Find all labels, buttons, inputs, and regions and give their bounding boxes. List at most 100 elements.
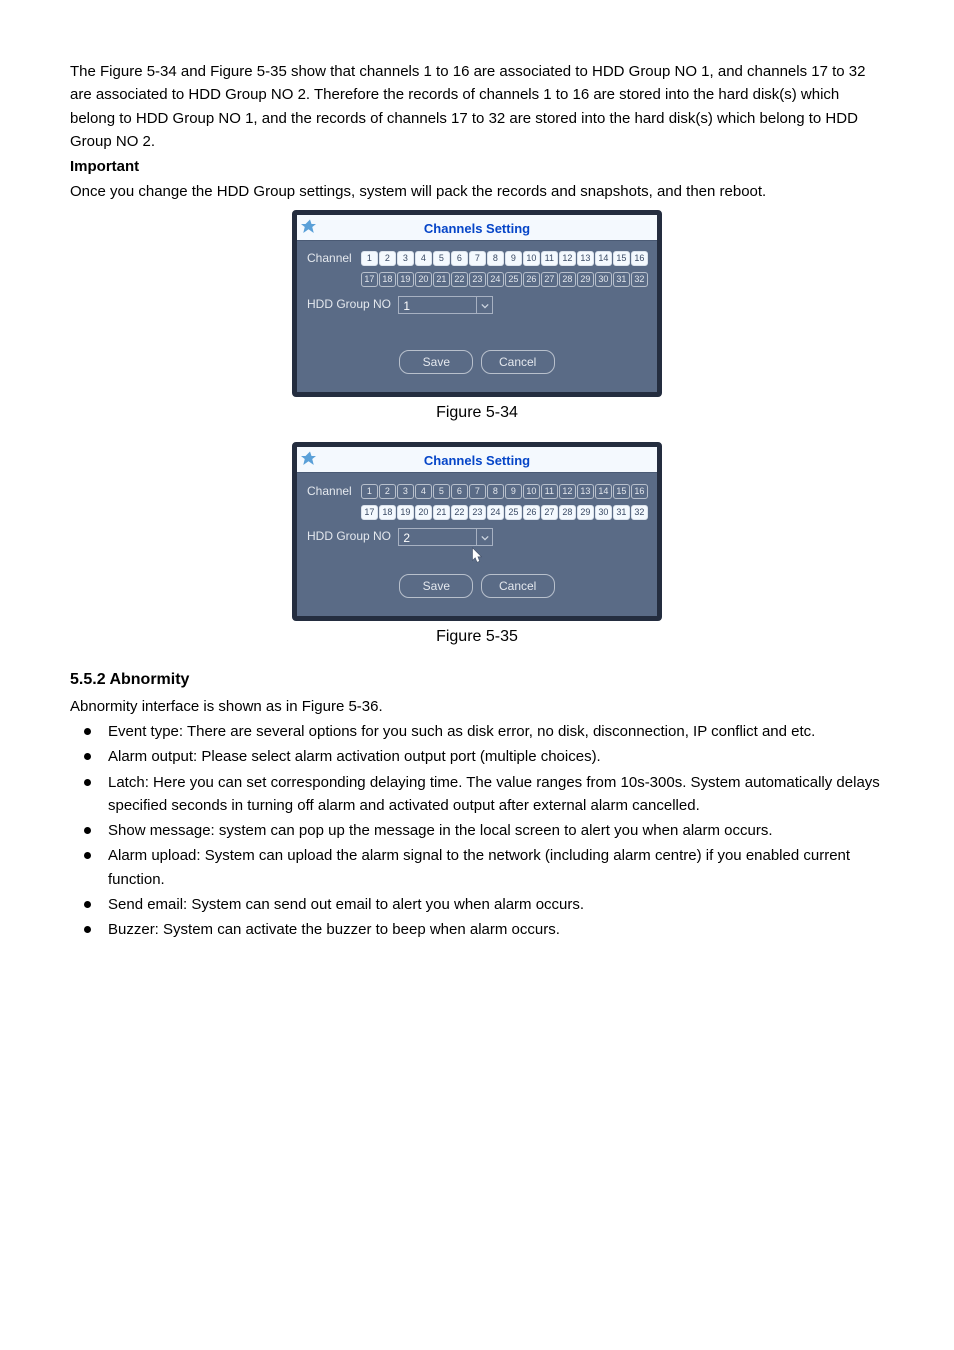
channel-box-23[interactable]: 23 [469,272,486,287]
cancel-button[interactable]: Cancel [481,574,555,599]
channels-setting-dialog-1: Channels Setting Channel 123456789101112… [292,210,662,398]
channel-box-24[interactable]: 24 [487,505,504,520]
channel-box-32[interactable]: 32 [631,505,648,520]
channel-box-1[interactable]: 1 [361,251,378,266]
hdd-group-select[interactable]: 2 [398,528,493,546]
channel-box-4[interactable]: 4 [415,484,432,499]
channel-row-2[interactable]: 17181920212223242526272829303132 [360,270,648,289]
figure-caption-5-35: Figure 5-35 [70,625,884,650]
channel-box-11[interactable]: 11 [541,251,558,266]
channel-box-15[interactable]: 15 [613,484,630,499]
channel-box-18[interactable]: 18 [379,272,396,287]
channel-box-20[interactable]: 20 [415,272,432,287]
save-button[interactable]: Save [399,350,473,375]
dialog-icon [301,450,319,475]
channel-box-30[interactable]: 30 [595,272,612,287]
channel-box-26[interactable]: 26 [523,272,540,287]
channel-box-13[interactable]: 13 [577,484,594,499]
channel-box-14[interactable]: 14 [595,251,612,266]
channel-box-5[interactable]: 5 [433,484,450,499]
channel-box-20[interactable]: 20 [415,505,432,520]
channel-box-28[interactable]: 28 [559,272,576,287]
channels-setting-dialog-2: Channels Setting Channel 123456789101112… [292,442,662,621]
cancel-button[interactable]: Cancel [481,350,555,375]
channel-box-12[interactable]: 12 [559,251,576,266]
intro-paragraph-2: Once you change the HDD Group settings, … [70,180,884,203]
channel-box-3[interactable]: 3 [397,484,414,499]
channel-box-23[interactable]: 23 [469,505,486,520]
hdd-group-label: HDD Group NO [307,297,391,311]
channel-box-25[interactable]: 25 [505,505,522,520]
channel-box-16[interactable]: 16 [631,251,648,266]
channel-box-21[interactable]: 21 [433,505,450,520]
channel-box-8[interactable]: 8 [487,484,504,499]
channel-box-7[interactable]: 7 [469,251,486,266]
channel-box-30[interactable]: 30 [595,505,612,520]
channel-box-27[interactable]: 27 [541,272,558,287]
hdd-group-select[interactable]: 1 [398,296,493,314]
list-item: Latch: Here you can set corresponding de… [70,771,884,818]
channel-box-31[interactable]: 31 [613,505,630,520]
channel-box-3[interactable]: 3 [397,251,414,266]
dialog-title: Channels Setting [424,451,530,471]
list-item: Buzzer: System can activate the buzzer t… [70,918,884,941]
channel-box-29[interactable]: 29 [577,272,594,287]
channel-box-11[interactable]: 11 [541,484,558,499]
list-item: Send email: System can send out email to… [70,893,884,916]
channel-box-14[interactable]: 14 [595,484,612,499]
abnormity-list: Event type: There are several options fo… [70,720,884,941]
channel-box-15[interactable]: 15 [613,251,630,266]
channel-box-9[interactable]: 9 [505,484,522,499]
channel-box-8[interactable]: 8 [487,251,504,266]
channel-box-7[interactable]: 7 [469,484,486,499]
chevron-down-icon [476,297,492,313]
channel-box-22[interactable]: 22 [451,505,468,520]
channel-box-12[interactable]: 12 [559,484,576,499]
channel-box-32[interactable]: 32 [631,272,648,287]
channel-box-25[interactable]: 25 [505,272,522,287]
channel-row-2[interactable]: 17181920212223242526272829303132 [360,503,648,522]
channel-box-10[interactable]: 10 [523,251,540,266]
channel-row-1[interactable]: 12345678910111213141516 [360,249,648,268]
channel-box-21[interactable]: 21 [433,272,450,287]
channel-box-24[interactable]: 24 [487,272,504,287]
channel-box-28[interactable]: 28 [559,505,576,520]
channel-box-2[interactable]: 2 [379,251,396,266]
channel-box-19[interactable]: 19 [397,272,414,287]
section-intro: Abnormity interface is shown as in Figur… [70,695,884,718]
channel-box-4[interactable]: 4 [415,251,432,266]
save-button[interactable]: Save [399,574,473,599]
channel-box-10[interactable]: 10 [523,484,540,499]
hdd-group-value: 1 [403,299,410,313]
channel-box-9[interactable]: 9 [505,251,522,266]
channel-box-17[interactable]: 17 [361,505,378,520]
chevron-down-icon [476,529,492,545]
list-item: Alarm upload: System can upload the alar… [70,844,884,891]
channel-box-27[interactable]: 27 [541,505,558,520]
channel-box-2[interactable]: 2 [379,484,396,499]
channel-box-18[interactable]: 18 [379,505,396,520]
list-item: Event type: There are several options fo… [70,720,884,743]
channel-box-5[interactable]: 5 [433,251,450,266]
channel-box-13[interactable]: 13 [577,251,594,266]
channel-label: Channel [307,249,357,268]
list-item: Show message: system can pop up the mess… [70,819,884,842]
channel-box-31[interactable]: 31 [613,272,630,287]
dialog-title: Channels Setting [424,219,530,239]
channel-box-6[interactable]: 6 [451,251,468,266]
channel-box-19[interactable]: 19 [397,505,414,520]
hdd-group-value: 2 [403,531,410,545]
channel-box-29[interactable]: 29 [577,505,594,520]
dialog-titlebar: Channels Setting [297,215,657,241]
channel-box-1[interactable]: 1 [361,484,378,499]
channel-row-1[interactable]: 12345678910111213141516 [360,482,648,501]
important-heading: Important [70,155,884,178]
channel-box-16[interactable]: 16 [631,484,648,499]
channel-box-17[interactable]: 17 [361,272,378,287]
figure-caption-5-34: Figure 5-34 [70,401,884,426]
channel-label: Channel [307,482,357,501]
channel-box-26[interactable]: 26 [523,505,540,520]
channel-box-22[interactable]: 22 [451,272,468,287]
channel-box-6[interactable]: 6 [451,484,468,499]
hdd-group-label: HDD Group NO [307,529,391,543]
